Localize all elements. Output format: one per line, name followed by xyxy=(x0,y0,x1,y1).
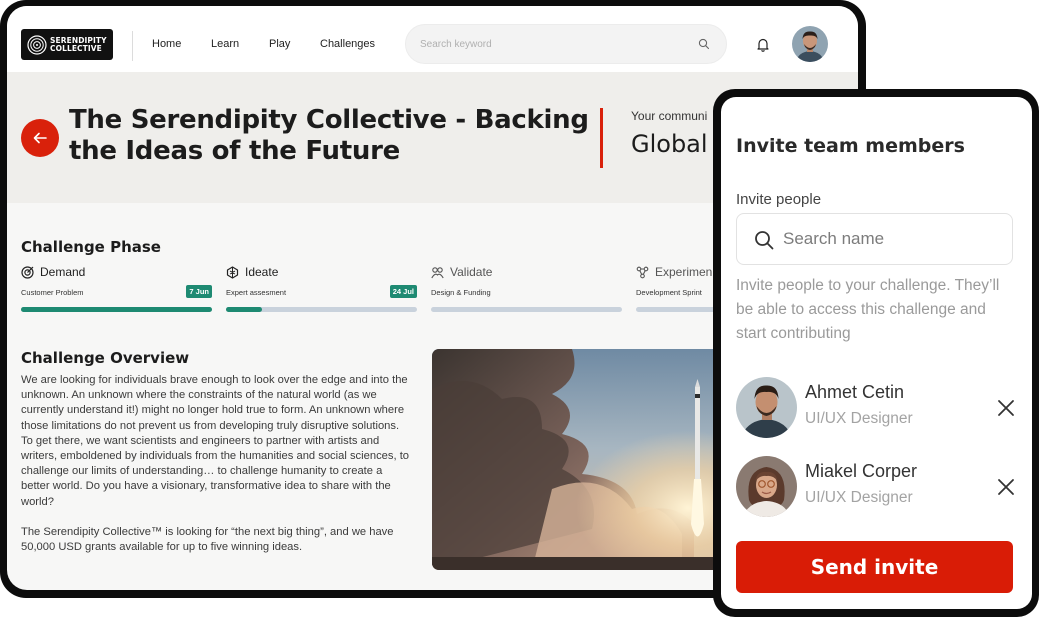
brand-logo[interactable]: SERENDIPITY COLLECTIVE xyxy=(21,29,113,60)
community-label: Your communi xyxy=(631,109,708,123)
nodes-icon xyxy=(636,266,649,278)
send-invite-button[interactable]: Send invite xyxy=(736,541,1013,593)
phase-subtitle: Design & Funding xyxy=(431,288,491,297)
logo-wordmark: SERENDIPITY COLLECTIVE xyxy=(50,36,107,53)
back-button[interactable] xyxy=(21,119,59,157)
invitee-photo xyxy=(736,456,797,517)
phase-progress-bar xyxy=(226,307,417,312)
invitee-item: Ahmet Cetin UI/UX Designer xyxy=(736,377,1016,438)
phase-name: Experimen xyxy=(655,265,713,279)
search-input[interactable] xyxy=(420,38,680,50)
invite-device-frame: Invite team members Invite people Invite… xyxy=(713,89,1039,617)
invitee-role: UI/UX Designer xyxy=(805,489,913,506)
nav-play[interactable]: Play xyxy=(269,38,290,50)
top-navigation: SERENDIPITY COLLECTIVE Home Learn Play C… xyxy=(7,6,858,72)
nav-learn[interactable]: Learn xyxy=(211,38,239,50)
close-icon[interactable] xyxy=(996,477,1016,497)
overview-paragraph: The Serendipity Collective™ is looking f… xyxy=(21,525,394,554)
phase-progress-fill xyxy=(21,307,212,312)
community-value: Global xyxy=(631,130,708,158)
invitee-name: Miakel Corper xyxy=(805,461,918,481)
phase-name: Demand xyxy=(40,265,86,279)
challenge-phase-title: Challenge Phase xyxy=(21,238,161,256)
nav-home[interactable]: Home xyxy=(152,38,181,50)
avatar-image xyxy=(792,26,828,62)
brain-icon xyxy=(226,265,239,279)
nav-divider xyxy=(132,31,133,61)
rocket-launch-image xyxy=(432,349,752,570)
bell-icon[interactable] xyxy=(756,37,770,52)
phase-date-badge: 24 Jul xyxy=(389,285,417,298)
phase-subtitle: Development Sprint xyxy=(636,288,702,297)
invitee-role: UI/UX Designer xyxy=(805,410,913,427)
search-icon[interactable] xyxy=(698,38,710,50)
search-bar xyxy=(405,24,727,64)
invite-description: Invite people to your challenge. They’ll… xyxy=(736,277,1000,342)
phase-demand[interactable]: Demand Customer Problem 7 Jun xyxy=(21,264,212,312)
phase-subtitle: Expert assesment xyxy=(226,288,287,297)
target-icon xyxy=(21,265,34,279)
invitee-photo xyxy=(736,377,797,438)
invite-title: Invite team members xyxy=(736,135,965,157)
avatar xyxy=(736,377,797,438)
invitee-name: Ahmet Cetin xyxy=(805,382,905,402)
rocket-launch-illustration xyxy=(432,349,752,570)
phase-date-badge: 7 Jun xyxy=(186,285,212,298)
invite-panel: Invite team members Invite people Invite… xyxy=(721,97,1032,609)
user-avatar[interactable] xyxy=(792,26,828,62)
logo-line-2: COLLECTIVE xyxy=(50,43,102,53)
challenge-overview-body: We are looking for individuals brave eno… xyxy=(21,373,413,555)
page-title: The Serendipity Collective - Backing the… xyxy=(69,105,589,166)
people-icon xyxy=(431,266,444,278)
avatar xyxy=(736,456,797,517)
phase-ideate[interactable]: Ideate Expert assesment 24 Jul xyxy=(226,264,417,312)
phase-progress-bar xyxy=(21,307,212,312)
invite-search-box xyxy=(736,213,1013,265)
phase-progress-fill xyxy=(226,307,263,312)
hero-divider xyxy=(600,108,603,168)
phase-progress-bar xyxy=(431,307,622,312)
invite-search-input[interactable] xyxy=(783,229,993,249)
challenge-overview-title: Challenge Overview xyxy=(21,349,190,367)
arrow-left-icon xyxy=(33,132,47,144)
phase-name: Validate xyxy=(450,265,493,279)
close-icon[interactable] xyxy=(996,398,1016,418)
logo-mark-icon xyxy=(27,34,47,55)
nav-challenges[interactable]: Challenges xyxy=(320,38,375,50)
overview-paragraph: We are looking for individuals brave eno… xyxy=(21,374,410,508)
phase-name: Ideate xyxy=(245,265,279,279)
invitee-item: Miakel Corper UI/UX Designer xyxy=(736,456,1016,517)
phase-validate[interactable]: Validate Design & Funding xyxy=(431,264,622,312)
search-icon xyxy=(755,231,774,250)
invite-people-label: Invite people xyxy=(736,191,822,208)
phase-subtitle: Customer Problem xyxy=(21,288,84,297)
